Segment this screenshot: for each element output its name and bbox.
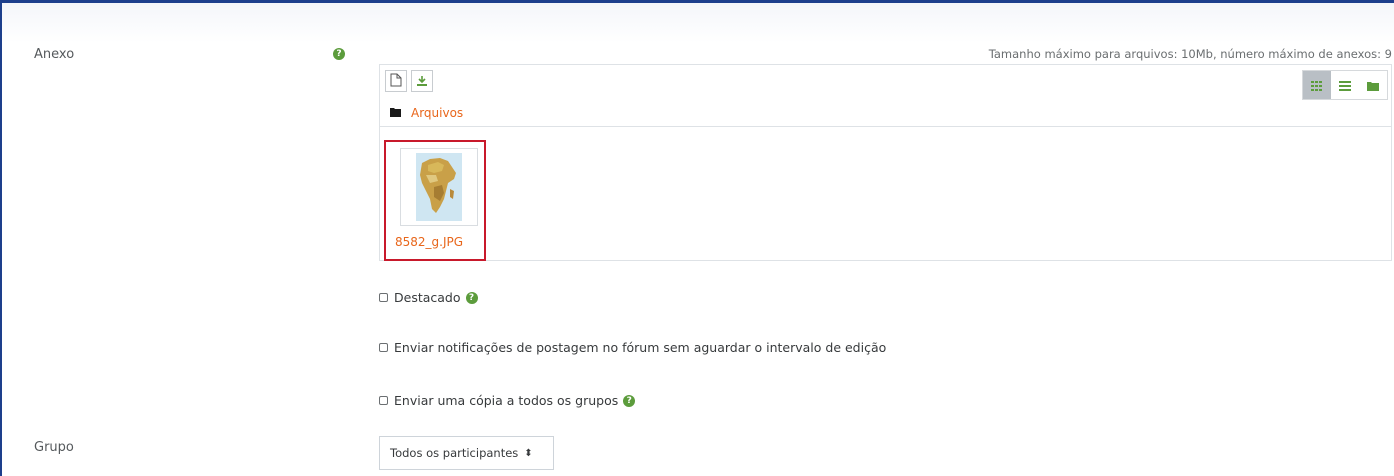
pinned-option: Destacado ?	[379, 290, 478, 305]
africa-map-image	[416, 153, 462, 221]
tree-view-button[interactable]	[1359, 71, 1387, 99]
file-item[interactable]: 8582_g.JPG	[384, 140, 486, 261]
add-file-button[interactable]	[385, 70, 407, 92]
copy-groups-checkbox[interactable]	[379, 396, 388, 405]
form-frame: Anexo ? Tamanho máximo para arquivos: 10…	[0, 0, 1394, 476]
pinned-checkbox[interactable]	[379, 293, 388, 302]
file-manager-toolbar: Arquivos	[380, 65, 1391, 127]
file-manager: Arquivos 8582_g.JPG	[379, 64, 1392, 261]
breadcrumb-folder-link[interactable]: Arquivos	[411, 106, 463, 120]
download-all-button[interactable]	[411, 70, 433, 92]
breadcrumb: Arquivos	[390, 106, 463, 120]
help-icon[interactable]: ?	[465, 291, 478, 304]
list-view-button[interactable]	[1331, 71, 1359, 99]
select-caret-icon: ⬍	[524, 447, 533, 459]
copy-groups-option: Enviar uma cópia a todos os grupos ?	[379, 393, 636, 408]
file-icon	[390, 72, 402, 91]
list-view-icon	[1339, 76, 1351, 95]
folder-icon	[390, 106, 401, 120]
notify-checkbox[interactable]	[379, 343, 388, 352]
help-icon[interactable]: ?	[333, 48, 345, 60]
grid-view-icon	[1311, 76, 1323, 95]
file-thumbnail[interactable]	[400, 148, 478, 226]
download-icon	[416, 72, 428, 91]
copy-groups-label: Enviar uma cópia a todos os grupos	[394, 393, 619, 408]
file-name-link[interactable]: 8582_g.JPG	[395, 235, 463, 249]
view-switcher	[1302, 70, 1388, 100]
group-label: Grupo	[34, 440, 74, 455]
folder-view-icon	[1367, 76, 1379, 95]
pinned-label: Destacado	[394, 290, 461, 305]
group-select[interactable]: Todos os participantes ⬍	[379, 436, 554, 470]
notify-option: Enviar notificações de postagem no fórum…	[379, 340, 886, 355]
help-icon[interactable]: ?	[623, 394, 636, 407]
max-size-info: Tamanho máximo para arquivos: 10Mb, núme…	[988, 47, 1392, 61]
group-select-value: Todos os participantes	[390, 446, 519, 460]
grid-view-button[interactable]	[1303, 71, 1331, 99]
attachment-label: Anexo	[34, 47, 75, 62]
notify-label: Enviar notificações de postagem no fórum…	[394, 340, 887, 355]
